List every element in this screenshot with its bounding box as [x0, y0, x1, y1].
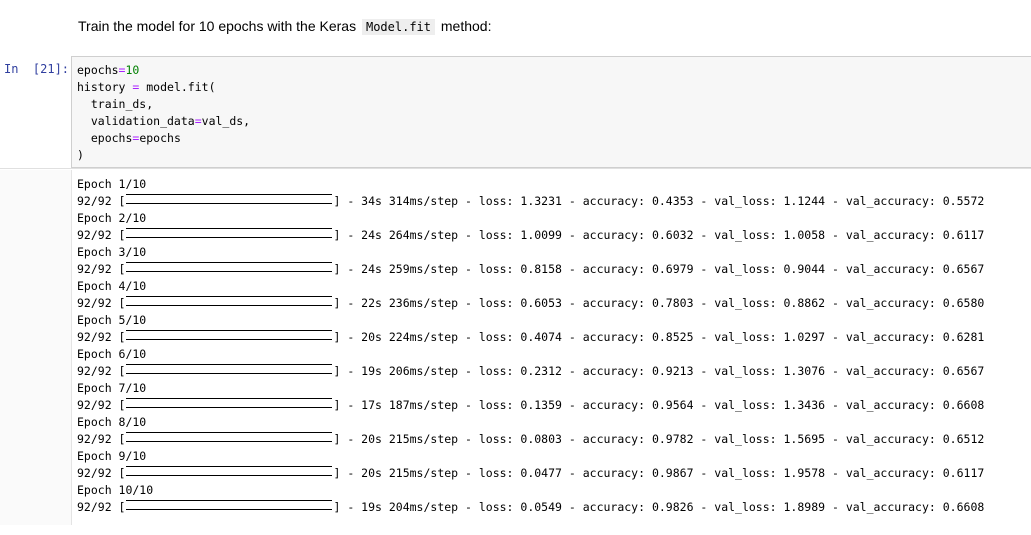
code-token: 10: [125, 63, 140, 77]
code-cell-input[interactable]: epochs=10 history = model.fit( train_ds, …: [71, 56, 1031, 168]
epoch-progress-line: 92/92 [ ] - 34s 314ms/step - loss: 1.3231…: [77, 193, 984, 210]
step-count: 92/92 [: [77, 262, 126, 276]
markdown-cell-text: Train the model for 10 epochs with the K…: [78, 16, 491, 37]
progress-bar: [126, 194, 333, 204]
input-prompt: In [21]:: [4, 62, 70, 76]
markdown-suffix: method:: [437, 18, 492, 34]
epoch-progress-line: 92/92 [ ] - 22s 236ms/step - loss: 0.6053…: [77, 295, 984, 312]
epoch-progress-line: 92/92 [ ] - 20s 224ms/step - loss: 0.4074…: [77, 329, 984, 346]
epoch-header: Epoch 5/10: [77, 313, 147, 327]
epoch-metrics: ] - 22s 236ms/step - loss: 0.6053 - accu…: [333, 296, 985, 310]
code-token: model.fit(: [139, 80, 216, 94]
epoch-progress-line: 92/92 [ ] - 20s 215ms/step - loss: 0.0803…: [77, 431, 984, 448]
epoch-header: Epoch 9/10: [77, 449, 147, 463]
epoch-progress-line: 92/92 [ ] - 19s 204ms/step - loss: 0.0549…: [77, 499, 984, 516]
epoch-metrics: ] - 24s 259ms/step - loss: 0.8158 - accu…: [333, 262, 985, 276]
progress-bar: [126, 228, 333, 238]
code-line: epochs=epochs: [77, 130, 250, 147]
epoch-header: Epoch 4/10: [77, 279, 147, 293]
output-prompt-area[interactable]: [0, 170, 72, 525]
epoch-header: Epoch 3/10: [77, 245, 147, 259]
code-token: val_ds,: [201, 114, 251, 128]
epoch-metrics: ] - 34s 314ms/step - loss: 1.3231 - accu…: [333, 194, 985, 208]
code-token: epochs: [139, 131, 181, 145]
code-token: =: [194, 114, 202, 128]
epoch-progress-line: 92/92 [ ] - 20s 215ms/step - loss: 0.0477…: [77, 465, 984, 482]
epoch-progress-line: 92/92 [ ] - 24s 259ms/step - loss: 0.8158…: [77, 261, 984, 278]
step-count: 92/92 [: [77, 466, 126, 480]
code-token: train_ds,: [77, 97, 154, 111]
epoch-metrics: ] - 17s 187ms/step - loss: 0.1359 - accu…: [333, 398, 985, 412]
progress-bar: [126, 262, 333, 272]
cell-divider: [0, 168, 1031, 169]
epoch-progress-line: 92/92 [ ] - 17s 187ms/step - loss: 0.1359…: [77, 397, 984, 414]
code-token: history: [77, 80, 133, 94]
step-count: 92/92 [: [77, 364, 126, 378]
step-count: 92/92 [: [77, 228, 126, 242]
step-count: 92/92 [: [77, 500, 126, 514]
code-line: epochs=10: [77, 62, 250, 79]
progress-bar: [126, 432, 333, 442]
epoch-progress-line: 92/92 [ ] - 19s 206ms/step - loss: 0.2312…: [77, 363, 984, 380]
progress-bar: [126, 296, 333, 306]
code-token: epochs: [77, 63, 119, 77]
epoch-header: Epoch 6/10: [77, 347, 147, 361]
epoch-progress-line: 92/92 [ ] - 24s 264ms/step - loss: 1.0099…: [77, 227, 984, 244]
progress-bar: [126, 500, 333, 510]
step-count: 92/92 [: [77, 194, 126, 208]
step-count: 92/92 [: [77, 296, 126, 310]
inline-code: Model.fit: [361, 19, 435, 35]
progress-bar: [126, 398, 333, 408]
epoch-metrics: ] - 20s 215ms/step - loss: 0.0477 - accu…: [333, 466, 985, 480]
epoch-header: Epoch 1/10: [77, 177, 147, 191]
epoch-metrics: ] - 20s 215ms/step - loss: 0.0803 - accu…: [333, 432, 985, 446]
epoch-metrics: ] - 19s 204ms/step - loss: 0.0549 - accu…: [333, 500, 985, 514]
epoch-header: Epoch 2/10: [77, 211, 147, 225]
progress-bar: [126, 330, 333, 340]
code-line: validation_data=val_ds,: [77, 113, 250, 130]
epoch-metrics: ] - 20s 224ms/step - loss: 0.4074 - accu…: [333, 330, 985, 344]
step-count: 92/92 [: [77, 330, 126, 344]
epoch-metrics: ] - 19s 206ms/step - loss: 0.2312 - accu…: [333, 364, 985, 378]
code-line: train_ds,: [77, 96, 250, 113]
code-token: epochs: [77, 131, 133, 145]
step-count: 92/92 [: [77, 398, 126, 412]
epoch-metrics: ] - 24s 264ms/step - loss: 1.0099 - accu…: [333, 228, 985, 242]
epoch-header: Epoch 7/10: [77, 381, 147, 395]
code-token: ): [77, 148, 84, 162]
code-token: validation_data: [77, 114, 195, 128]
code-editor[interactable]: epochs=10 history = model.fit( train_ds, …: [77, 62, 250, 164]
epoch-header: Epoch 8/10: [77, 415, 147, 429]
markdown-prefix: Train the model for 10 epochs with the K…: [78, 18, 360, 34]
progress-bar: [126, 466, 333, 476]
epoch-header: Epoch 10/10: [77, 483, 154, 497]
code-line: history = model.fit(: [77, 79, 250, 96]
step-count: 92/92 [: [77, 432, 126, 446]
cell-output: Epoch 1/10 92/92 [ ] - 34s 314ms/step - lo…: [77, 176, 984, 516]
code-line: ): [77, 147, 250, 164]
progress-bar: [126, 364, 333, 374]
